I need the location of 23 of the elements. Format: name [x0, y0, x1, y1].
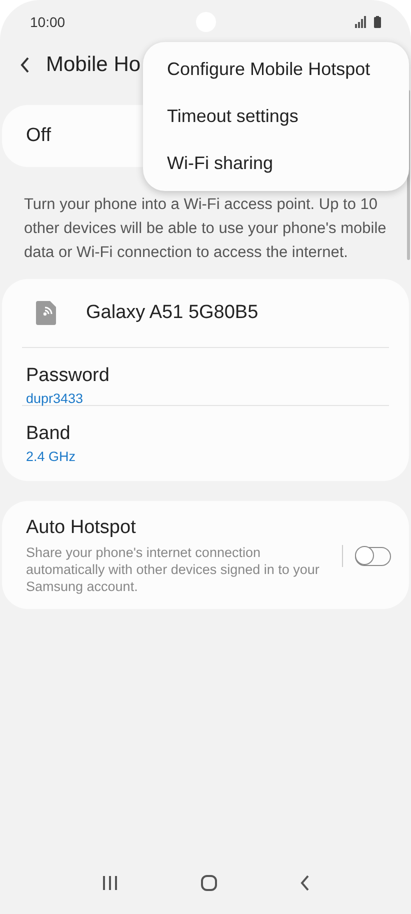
- back-icon[interactable]: [20, 57, 30, 73]
- auto-hotspot-title: Auto Hotspot: [26, 517, 137, 539]
- menu-item[interactable]: Timeout settings: [143, 93, 409, 140]
- home-icon[interactable]: [200, 875, 216, 891]
- auto-hotspot-summary: Share your phone's internet connection automatically with other devices signed in to your Samsung account.: [26, 544, 320, 595]
- setting-value: dupr3433: [26, 391, 84, 406]
- status-time: 10:00: [30, 14, 66, 30]
- network-name: Galaxy A51 5G80B5: [86, 302, 258, 324]
- setting-value: 2.4 GHz: [26, 449, 77, 464]
- menu-item[interactable]: Wi-Fi sharing: [143, 140, 409, 187]
- switch-label: Off: [26, 125, 51, 147]
- menu-item[interactable]: Configure Mobile Hotspot: [143, 46, 409, 93]
- hotspot-device-icon: [36, 301, 58, 325]
- auto-hotspot-toggle[interactable]: [355, 546, 391, 566]
- setting-label: Band: [26, 423, 72, 445]
- setting-label: Password: [26, 365, 110, 387]
- description-text: Turn your phone into a Wi-Fi access point. Up to 10 other devices will be able to use your phone's mobile data or Wi-Fi connection to access the internet.: [24, 195, 387, 263]
- recent-apps-icon[interactable]: [102, 876, 118, 890]
- back-icon[interactable]: [300, 875, 310, 891]
- signal-battery-icon: [355, 16, 383, 28]
- setting-row[interactable]: Band 2.4 GHz: [2, 406, 409, 463]
- setting-row[interactable]: Password dupr3433: [2, 348, 409, 405]
- page-title: Mobile Ho: [46, 53, 141, 77]
